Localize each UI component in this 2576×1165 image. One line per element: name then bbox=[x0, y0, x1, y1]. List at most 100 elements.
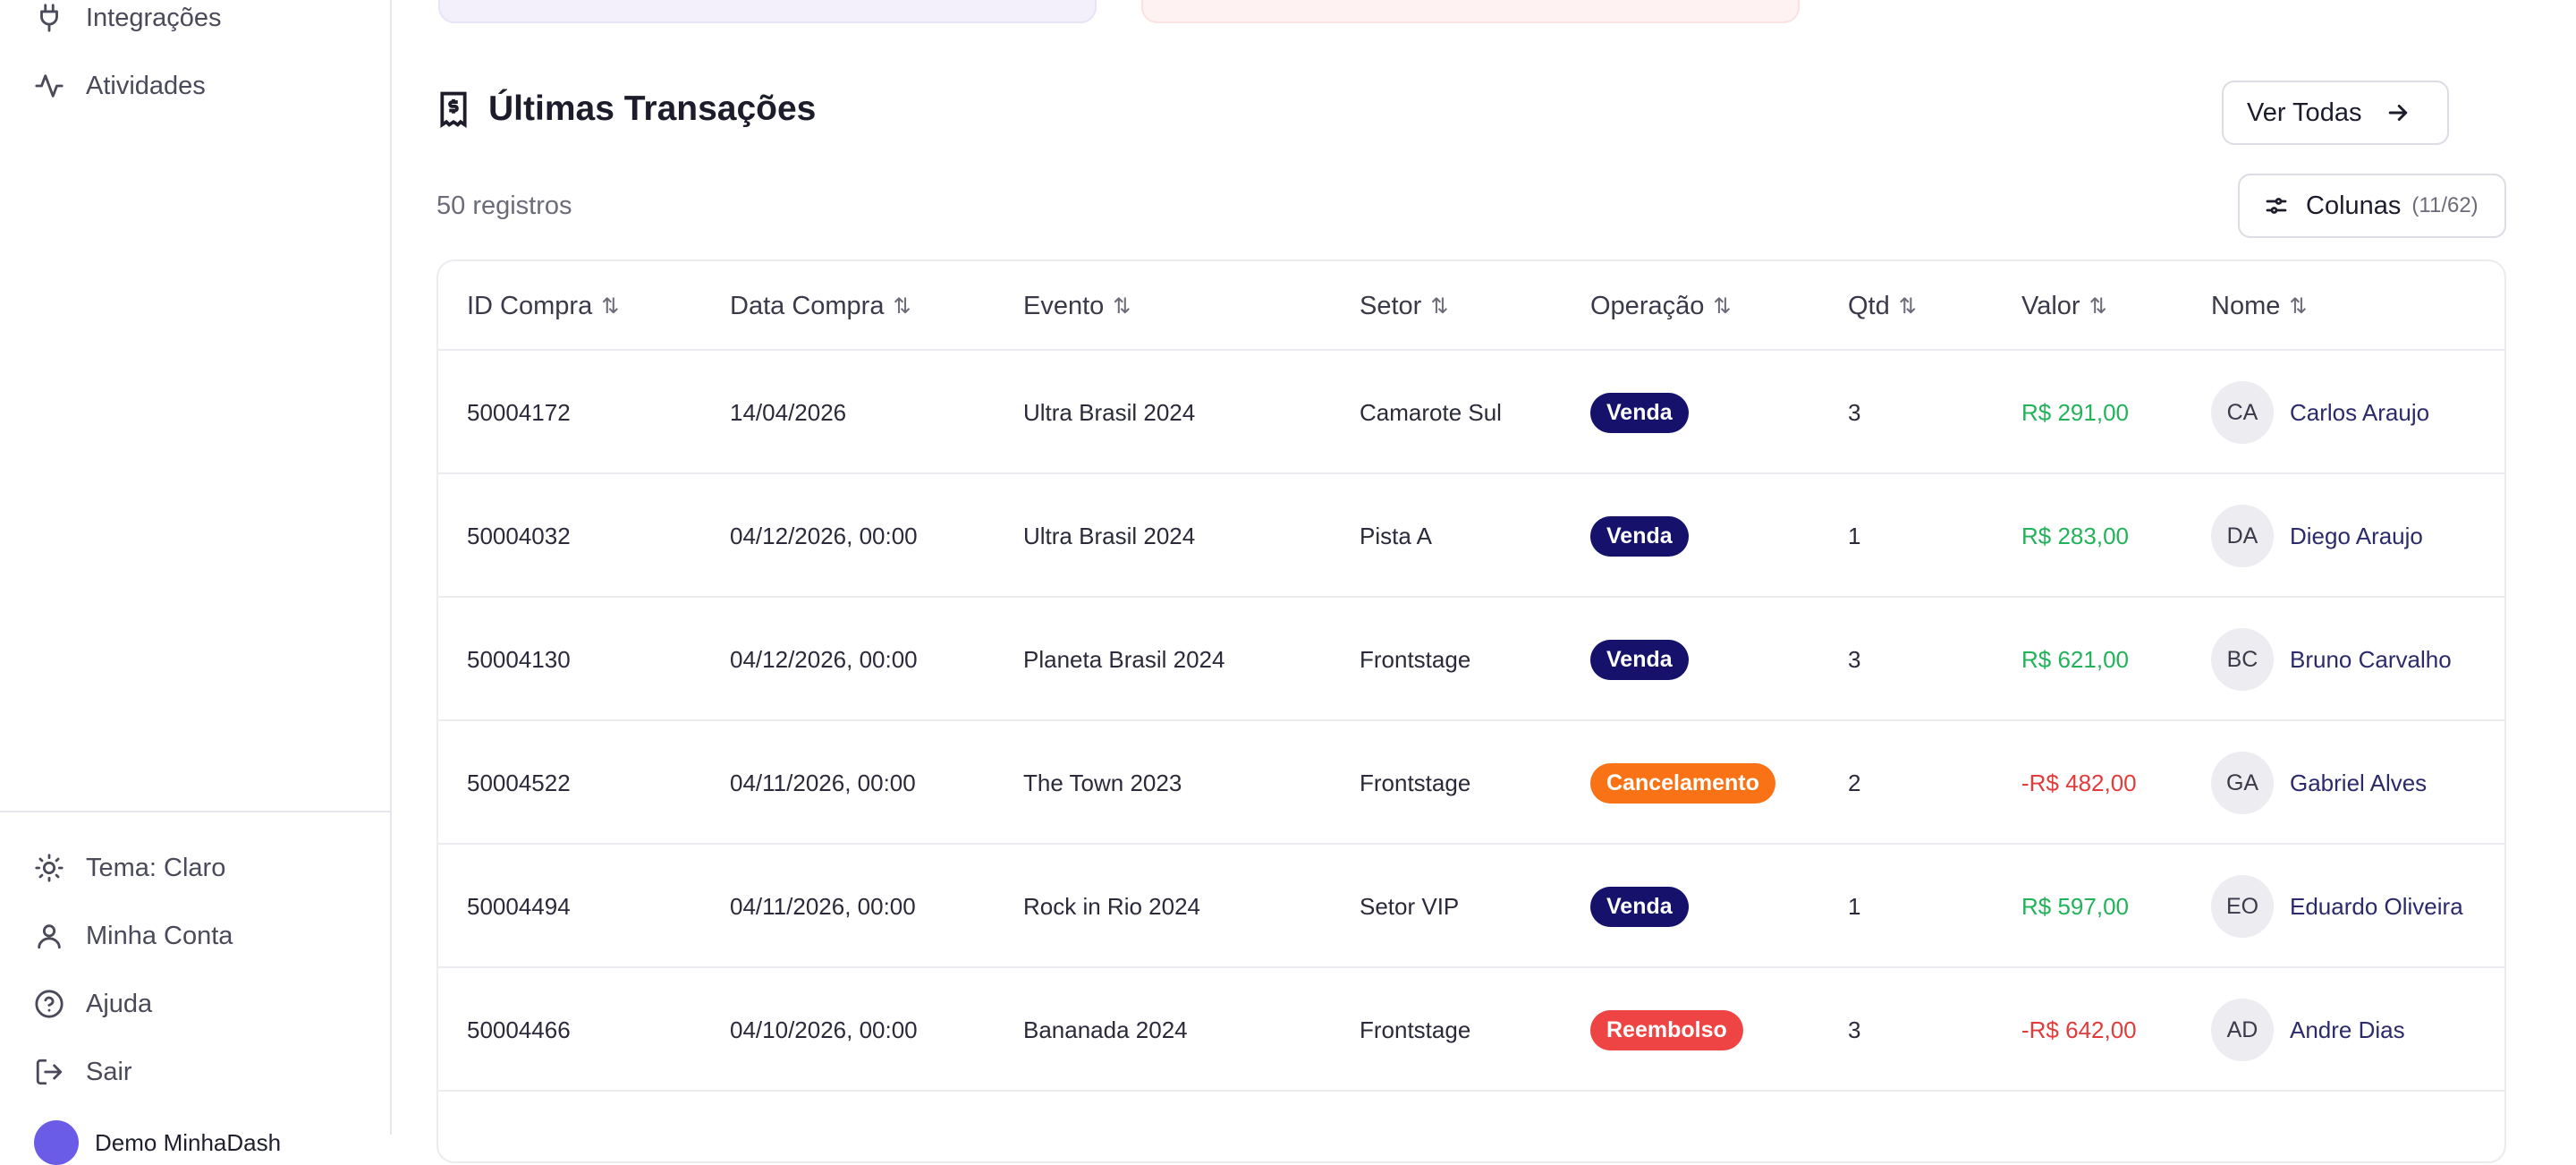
avatar: GA bbox=[2211, 752, 2274, 814]
column-header-date[interactable]: Data Compra ⇅ bbox=[730, 261, 911, 351]
column-header-event[interactable]: Evento ⇅ bbox=[1023, 261, 1131, 351]
cell-operation: Reembolso bbox=[1590, 968, 1743, 1092]
sidebar-item-label: Integrações bbox=[86, 3, 222, 32]
sort-icon: ⇅ bbox=[2089, 293, 2107, 319]
cell-name: GA Gabriel Alves bbox=[2211, 721, 2427, 845]
cell-operation: Cancelamento bbox=[1590, 721, 1775, 845]
user-profile[interactable]: Demo MinhaDash bbox=[34, 1120, 281, 1165]
header-label: Evento bbox=[1023, 291, 1105, 320]
cell-qty: 1 bbox=[1848, 892, 1861, 920]
records-count: 50 registros bbox=[436, 191, 572, 220]
operation-badge: Venda bbox=[1590, 886, 1689, 927]
cell-date: 04/12/2026, 00:00 bbox=[730, 522, 918, 549]
header-label: Data Compra bbox=[730, 291, 885, 320]
sort-icon: ⇅ bbox=[893, 293, 911, 319]
sidebar-item-sair[interactable]: Sair bbox=[34, 1045, 132, 1099]
cell-date: 04/11/2026, 00:00 bbox=[730, 892, 916, 920]
cell-qty: 2 bbox=[1848, 769, 1861, 796]
table-row[interactable]: 50004522 04/11/2026, 00:00 The Town 2023 Fr… bbox=[438, 721, 2504, 845]
cell-date: 04/11/2026, 00:00 bbox=[730, 769, 916, 796]
sidebar-item-atividades[interactable]: Atividades bbox=[34, 59, 206, 113]
customer-name[interactable]: Carlos Araujo bbox=[2290, 399, 2429, 427]
sidebar-item-label: Ajuda bbox=[86, 989, 153, 1018]
cell-operation: Venda bbox=[1590, 351, 1689, 474]
sidebar-item-label: Tema: Claro bbox=[86, 853, 226, 882]
arrow-right-icon bbox=[2389, 105, 2408, 121]
cell-sector: Frontstage bbox=[1360, 645, 1471, 673]
cell-value: -R$ 642,00 bbox=[2021, 1016, 2137, 1043]
cell-date: 14/04/2026 bbox=[730, 398, 847, 426]
user-name: Demo MinhaDash bbox=[95, 1128, 282, 1156]
cell-event: Planeta Brasil 2024 bbox=[1023, 645, 1225, 673]
avatar: CA bbox=[2211, 381, 2274, 444]
cell-date: 04/10/2026, 00:00 bbox=[730, 1016, 918, 1043]
section-title: Últimas Transações bbox=[436, 89, 816, 129]
columns-count: (11/62) bbox=[2411, 193, 2479, 217]
table-row[interactable]: 50004172 14/04/2026 Ultra Brasil 2024 Camar… bbox=[438, 351, 2504, 474]
sort-icon: ⇅ bbox=[1113, 293, 1131, 319]
cell-event: Bananada 2024 bbox=[1023, 1016, 1188, 1043]
cell-value: R$ 597,00 bbox=[2021, 892, 2129, 920]
operation-badge: Reembolso bbox=[1590, 1009, 1743, 1050]
cell-id: 50004130 bbox=[467, 645, 571, 673]
avatar: BC bbox=[2211, 628, 2274, 691]
customer-name[interactable]: Andre Dias bbox=[2290, 1016, 2405, 1044]
table-row[interactable]: 50004032 04/12/2026, 00:00 Ultra Brasil 20… bbox=[438, 474, 2504, 598]
header-label: Valor bbox=[2021, 291, 2080, 320]
sidebar-item-tema[interactable]: Tema: Claro bbox=[34, 841, 225, 895]
customer-name[interactable]: Bruno Carvalho bbox=[2290, 646, 2452, 674]
operation-badge: Cancelamento bbox=[1590, 762, 1775, 804]
table-row[interactable]: 50004130 04/12/2026, 00:00 Planeta Brasil … bbox=[438, 598, 2504, 721]
operation-badge: Venda bbox=[1590, 515, 1689, 557]
cell-id: 50004522 bbox=[467, 769, 571, 796]
avatar: DA bbox=[2211, 505, 2274, 567]
cell-sector: Pista A bbox=[1360, 522, 1432, 549]
sidebar-item-label: Sair bbox=[86, 1057, 132, 1086]
column-header-sector[interactable]: Setor ⇅ bbox=[1360, 261, 1448, 351]
sidebar-item-label: Minha Conta bbox=[86, 921, 233, 950]
sidebar-item-minha-conta[interactable]: Minha Conta bbox=[34, 909, 233, 963]
table-row[interactable]: 50004466 04/10/2026, 00:00 Bananada 2024 Fr… bbox=[438, 968, 2504, 1092]
sort-icon: ⇅ bbox=[1713, 293, 1731, 319]
cell-value: R$ 291,00 bbox=[2021, 398, 2129, 426]
cell-name: CA Carlos Araujo bbox=[2211, 351, 2429, 474]
operation-badge: Venda bbox=[1590, 392, 1689, 433]
table-header: ID Compra ⇅ Data Compra ⇅ Evento ⇅ Setor ⇅ O… bbox=[438, 261, 2504, 351]
sidebar-item-ajuda[interactable]: Ajuda bbox=[34, 977, 152, 1031]
header-label: Setor bbox=[1360, 291, 1422, 320]
plug-icon bbox=[40, 4, 58, 32]
sidebar-item-integracoes[interactable]: Integrações bbox=[34, 0, 222, 45]
cell-name: DA Diego Araujo bbox=[2211, 474, 2423, 598]
sliders-icon bbox=[2266, 198, 2287, 214]
customer-name[interactable]: Diego Araujo bbox=[2290, 523, 2423, 550]
receipt-icon bbox=[440, 91, 467, 128]
operation-badge: Venda bbox=[1590, 639, 1689, 680]
column-header-operation[interactable]: Operação ⇅ bbox=[1590, 261, 1731, 351]
cell-operation: Venda bbox=[1590, 474, 1689, 598]
cell-event: Rock in Rio 2024 bbox=[1023, 892, 1200, 920]
column-header-id[interactable]: ID Compra ⇅ bbox=[467, 261, 619, 351]
cell-sector: Frontstage bbox=[1360, 1016, 1471, 1043]
customer-name[interactable]: Gabriel Alves bbox=[2290, 770, 2427, 797]
avatar: AD bbox=[2211, 999, 2274, 1061]
cell-qty: 3 bbox=[1848, 398, 1861, 426]
cell-operation: Venda bbox=[1590, 845, 1689, 968]
cell-date: 04/12/2026, 00:00 bbox=[730, 645, 918, 673]
column-header-value[interactable]: Valor ⇅ bbox=[2021, 261, 2107, 351]
table-row[interactable]: 50004494 04/11/2026, 00:00 Rock in Rio 202… bbox=[438, 845, 2504, 968]
cell-id: 50004032 bbox=[467, 522, 571, 549]
view-all-button[interactable]: Ver Todas bbox=[2222, 81, 2449, 145]
column-header-qty[interactable]: Qtd ⇅ bbox=[1848, 261, 1917, 351]
columns-button[interactable]: Colunas (11/62) bbox=[2238, 174, 2506, 238]
sidebar-item-label: Atividades bbox=[86, 71, 206, 100]
header-label: Nome bbox=[2211, 291, 2281, 320]
customer-name[interactable]: Eduardo Oliveira bbox=[2290, 893, 2463, 921]
column-header-name[interactable]: Nome ⇅ bbox=[2211, 261, 2307, 351]
cell-sector: Frontstage bbox=[1360, 769, 1471, 796]
cell-qty: 3 bbox=[1848, 1016, 1861, 1043]
cell-event: The Town 2023 bbox=[1023, 769, 1182, 796]
logout-icon bbox=[36, 1059, 63, 1085]
sort-icon: ⇅ bbox=[601, 293, 619, 319]
cell-operation: Venda bbox=[1590, 598, 1689, 721]
sidebar: Integrações Atividades Tema: Claro Minha… bbox=[0, 0, 392, 1165]
